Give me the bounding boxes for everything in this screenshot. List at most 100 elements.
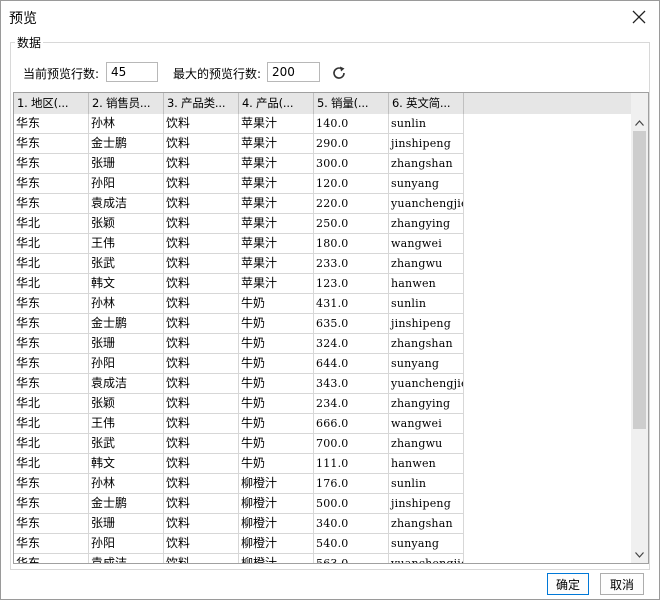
table-cell: 431.0 [314, 294, 389, 314]
current-rows-input[interactable] [106, 62, 158, 82]
table-cell: 饮料 [164, 534, 239, 554]
vertical-scrollbar[interactable] [631, 93, 648, 563]
table-cell: 290.0 [314, 134, 389, 154]
table-row[interactable]: 华东 孙阳 饮料 柳橙汁 540.0 sunyang [14, 534, 464, 554]
table-cell: 644.0 [314, 354, 389, 374]
table-cell: jinshipeng [389, 134, 464, 154]
table-cell: 张颖 [89, 214, 164, 234]
table-row[interactable]: 华东 金士鹏 饮料 牛奶 635.0 jinshipeng [14, 314, 464, 334]
table-row[interactable]: 华北 韩文 饮料 牛奶 111.0 hanwen [14, 454, 464, 474]
table-cell: wangwei [389, 234, 464, 254]
table-cell: zhangshan [389, 334, 464, 354]
refresh-button[interactable] [328, 62, 350, 84]
table-cell: 饮料 [164, 394, 239, 414]
table-cell: 华东 [14, 494, 89, 514]
table-row[interactable]: 华东 袁成洁 饮料 牛奶 343.0 yuanchengjie [14, 374, 464, 394]
table-cell: 华北 [14, 234, 89, 254]
table-cell: jinshipeng [389, 494, 464, 514]
table-row[interactable]: 华北 张武 饮料 牛奶 700.0 zhangwu [14, 434, 464, 454]
table-row[interactable]: 华东 孙阳 饮料 苹果汁 120.0 sunyang [14, 174, 464, 194]
table-cell: 孙林 [89, 114, 164, 134]
table-cell: 饮料 [164, 314, 239, 334]
table-cell: 饮料 [164, 174, 239, 194]
table-row[interactable]: 华东 张珊 饮料 苹果汁 300.0 zhangshan [14, 154, 464, 174]
column-header[interactable]: 3. 产品类... [164, 93, 239, 114]
table-cell: 饮料 [164, 474, 239, 494]
table-cell: 牛奶 [239, 374, 314, 394]
table-row[interactable]: 华北 张武 饮料 苹果汁 233.0 zhangwu [14, 254, 464, 274]
column-header[interactable]: 2. 销售员... [89, 93, 164, 114]
table-cell: 金士鹏 [89, 134, 164, 154]
table-cell: 176.0 [314, 474, 389, 494]
table-cell: 牛奶 [239, 354, 314, 374]
table-row[interactable]: 华东 金士鹏 饮料 苹果汁 290.0 jinshipeng [14, 134, 464, 154]
table-cell: 袁成洁 [89, 554, 164, 563]
table-cell: 华东 [14, 134, 89, 154]
table-cell: 343.0 [314, 374, 389, 394]
table-cell: 华北 [14, 414, 89, 434]
table-cell: 300.0 [314, 154, 389, 174]
max-rows-input[interactable] [267, 62, 320, 82]
table-row[interactable]: 华东 张珊 饮料 牛奶 324.0 zhangshan [14, 334, 464, 354]
table-cell: 华东 [14, 334, 89, 354]
table-cell: 华北 [14, 274, 89, 294]
table-row[interactable]: 华东袁成洁饮料柳橙汁563.0yuanchengjie [14, 554, 464, 563]
table-cell: 饮料 [164, 374, 239, 394]
table-cell: 饮料 [164, 414, 239, 434]
table-cell: 牛奶 [239, 454, 314, 474]
column-header[interactable]: 6. 英文简... [389, 93, 464, 114]
table-row[interactable]: 华北 王伟 饮料 牛奶 666.0 wangwei [14, 414, 464, 434]
table-row[interactable]: 华东 袁成洁 饮料 苹果汁 220.0 yuanchengjie [14, 194, 464, 214]
table-row[interactable]: 华东 孙林 饮料 柳橙汁 176.0 sunlin [14, 474, 464, 494]
table-cell: 123.0 [314, 274, 389, 294]
table-cell: 苹果汁 [239, 234, 314, 254]
table-cell: 韩文 [89, 454, 164, 474]
table-cell: zhangying [389, 214, 464, 234]
scroll-thumb[interactable] [633, 131, 646, 429]
table-row[interactable]: 华东 孙林 饮料 牛奶 431.0 sunlin [14, 294, 464, 314]
table-cell: 饮料 [164, 214, 239, 234]
table-cell: 563.0 [314, 554, 389, 563]
column-header[interactable]: 4. 产品(... [239, 93, 314, 114]
table-cell: 111.0 [314, 454, 389, 474]
table-row[interactable]: 华东 张珊 饮料 柳橙汁 340.0 zhangshan [14, 514, 464, 534]
table-body: 华东 孙林 饮料 苹果汁 140.0 sunlin 华东 金士鹏 饮料 苹果汁 290.0 jinsh… [14, 114, 632, 563]
table-cell: 饮料 [164, 354, 239, 374]
cancel-button[interactable]: 取消 [600, 573, 644, 595]
table-cell: sunlin [389, 114, 464, 134]
table-cell: 孙林 [89, 294, 164, 314]
table-cell: 华东 [14, 314, 89, 334]
table-row[interactable]: 华北 张颖 饮料 苹果汁 250.0 zhangying [14, 214, 464, 234]
scroll-down-button[interactable] [631, 546, 648, 563]
table-cell: 牛奶 [239, 414, 314, 434]
table-cell: 苹果汁 [239, 174, 314, 194]
table-cell: 饮料 [164, 114, 239, 134]
table-cell: 牛奶 [239, 394, 314, 414]
table-cell: 张武 [89, 254, 164, 274]
table-row[interactable]: 华东 孙林 饮料 苹果汁 140.0 sunlin [14, 114, 464, 134]
table-header: 1. 地区(... 2. 销售员... 3. 产品类... 4. 产品(... 5. 销… [14, 93, 632, 114]
table-row[interactable]: 华北 张颖 饮料 牛奶 234.0 zhangying [14, 394, 464, 414]
close-button[interactable] [627, 5, 651, 29]
column-header[interactable]: 1. 地区(... [14, 93, 89, 114]
table-row[interactable]: 华东 孙阳 饮料 牛奶 644.0 sunyang [14, 354, 464, 374]
scroll-up-button[interactable] [631, 114, 648, 131]
column-header[interactable]: 5. 销量(... [314, 93, 389, 114]
table-row[interactable]: 华东 金士鹏 饮料 柳橙汁 500.0 jinshipeng [14, 494, 464, 514]
table-cell: 孙阳 [89, 174, 164, 194]
table-cell: 饮料 [164, 454, 239, 474]
table-row[interactable]: 华北 韩文 饮料 苹果汁 123.0 hanwen [14, 274, 464, 294]
table-cell: 700.0 [314, 434, 389, 454]
table-cell: zhangwu [389, 434, 464, 454]
table-cell: sunyang [389, 534, 464, 554]
chevron-up-icon [635, 119, 644, 126]
ok-button[interactable]: 确定 [547, 573, 589, 595]
table-cell: 柳橙汁 [239, 494, 314, 514]
table-cell: 柳橙汁 [239, 514, 314, 534]
table-cell: sunyang [389, 174, 464, 194]
table-cell: 牛奶 [239, 314, 314, 334]
table-row[interactable]: 华北 王伟 饮料 苹果汁 180.0 wangwei [14, 234, 464, 254]
table-cell: 饮料 [164, 274, 239, 294]
table-cell: 张珊 [89, 514, 164, 534]
table-cell: wangwei [389, 414, 464, 434]
